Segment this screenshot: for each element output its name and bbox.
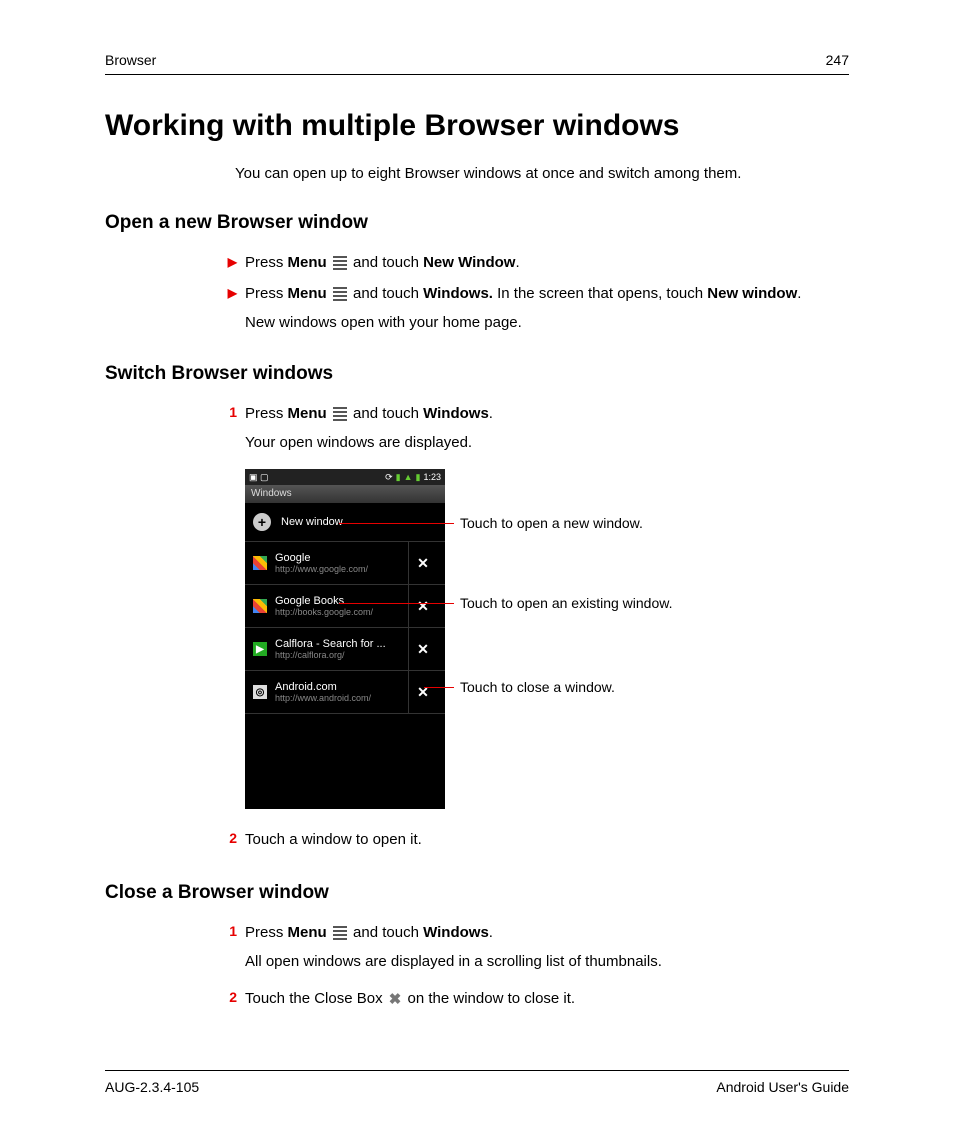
status-time: 1:23 bbox=[423, 472, 441, 482]
open-note: New windows open with your home page. bbox=[245, 314, 849, 331]
callout-line bbox=[339, 603, 454, 604]
status-bar: ▣ ▢ ⟳ ▮ ▲ ▮ 1:23 bbox=[245, 469, 445, 485]
page-title: Working with multiple Browser windows bbox=[105, 109, 849, 143]
switch-step-2: 2 Touch a window to open it. bbox=[215, 829, 849, 850]
battery-icon: ▮ bbox=[416, 472, 421, 483]
window-row[interactable]: Google http://www.google.com/ ✕ bbox=[245, 542, 445, 585]
window-url: http://calflora.org/ bbox=[275, 650, 408, 660]
section-heading-switch: Switch Browser windows bbox=[105, 363, 849, 385]
menu-icon bbox=[333, 285, 347, 303]
window-row[interactable]: Google Books http://books.google.com/ ✕ bbox=[245, 585, 445, 628]
sync-icon: ⟳ bbox=[385, 472, 393, 483]
favicon-icon: ◎ bbox=[253, 685, 267, 699]
notification-icon: ▣ bbox=[249, 472, 258, 482]
window-row[interactable]: ◎ Android.com http://www.android.com/ ✕ bbox=[245, 671, 445, 714]
triangle-bullet-icon bbox=[215, 252, 245, 272]
open-bullet-2: Press Menu and touch Windows. In the scr… bbox=[215, 283, 849, 304]
section-open: Open a new Browser window Press Menu and… bbox=[105, 212, 849, 331]
callout-new-window: Touch to open a new window. bbox=[460, 515, 643, 531]
menu-icon bbox=[333, 924, 347, 942]
signal-icon: ▮ bbox=[396, 472, 401, 483]
close-icon[interactable]: ✕ bbox=[408, 628, 437, 670]
menu-icon bbox=[333, 254, 347, 272]
window-title: Google Books bbox=[275, 595, 408, 607]
window-title: Calflora - Search for ... bbox=[275, 638, 408, 650]
open-bullet-1: Press Menu and touch New Window. bbox=[215, 252, 849, 273]
close-icon[interactable]: ✕ bbox=[408, 585, 437, 627]
section-switch: Switch Browser windows 1 Press Menu and … bbox=[105, 363, 849, 850]
window-title: Google bbox=[275, 552, 408, 564]
window-title: Android.com bbox=[275, 681, 408, 693]
doc-title: Android User's Guide bbox=[716, 1079, 849, 1095]
doc-id: AUG-2.3.4-105 bbox=[105, 1079, 199, 1095]
signal-icon: ▲ bbox=[404, 472, 413, 482]
callout-line bbox=[339, 523, 454, 524]
plus-icon: + bbox=[253, 513, 271, 531]
callout-close-window: Touch to close a window. bbox=[460, 679, 615, 695]
close-step-1: 1 Press Menu and touch Windows. bbox=[215, 922, 849, 943]
switch-step-1: 1 Press Menu and touch Windows. bbox=[215, 403, 849, 424]
step-number: 2 bbox=[215, 988, 245, 1008]
menu-icon bbox=[333, 405, 347, 423]
favicon-icon bbox=[253, 556, 267, 570]
section-close: Close a Browser window 1 Press Menu and … bbox=[105, 882, 849, 1010]
close-step-2: 2 Touch the Close Box ✖ on the window to… bbox=[215, 988, 849, 1010]
window-url: http://www.google.com/ bbox=[275, 564, 408, 574]
chapter-label: Browser bbox=[105, 52, 156, 68]
window-url: http://books.google.com/ bbox=[275, 607, 408, 617]
step-number: 2 bbox=[215, 829, 245, 849]
triangle-bullet-icon bbox=[215, 283, 245, 303]
intro-text: You can open up to eight Browser windows… bbox=[235, 165, 849, 182]
favicon-icon: ▶ bbox=[253, 642, 267, 656]
window-url: http://www.android.com/ bbox=[275, 693, 408, 703]
phone-mock: ▣ ▢ ⟳ ▮ ▲ ▮ 1:23 Windows + New window bbox=[245, 469, 445, 809]
screenshot-figure: ▣ ▢ ⟳ ▮ ▲ ▮ 1:23 Windows + New window bbox=[245, 469, 805, 809]
step-number: 1 bbox=[215, 922, 245, 942]
switch-step-1-note: Your open windows are displayed. bbox=[245, 434, 849, 451]
page-number: 247 bbox=[826, 52, 849, 68]
callout-existing-window: Touch to open an existing window. bbox=[460, 595, 672, 611]
callout-line bbox=[424, 687, 454, 688]
step-number: 1 bbox=[215, 403, 245, 423]
new-window-label: New window bbox=[281, 516, 343, 528]
window-row[interactable]: ▶ Calflora - Search for ... http://calfl… bbox=[245, 628, 445, 671]
close-icon[interactable]: ✕ bbox=[408, 542, 437, 584]
notification-icon: ▢ bbox=[260, 472, 269, 482]
section-heading-open: Open a new Browser window bbox=[105, 212, 849, 234]
phone-titlebar: Windows bbox=[245, 485, 445, 503]
page-footer: AUG-2.3.4-105 Android User's Guide bbox=[105, 1070, 849, 1095]
favicon-icon bbox=[253, 599, 267, 613]
section-heading-close: Close a Browser window bbox=[105, 882, 849, 904]
page-header: Browser 247 bbox=[105, 52, 849, 75]
close-icon[interactable]: ✕ bbox=[408, 671, 437, 713]
close-box-icon: ✖ bbox=[389, 989, 402, 1010]
close-step-1-note: All open windows are displayed in a scro… bbox=[245, 953, 849, 970]
